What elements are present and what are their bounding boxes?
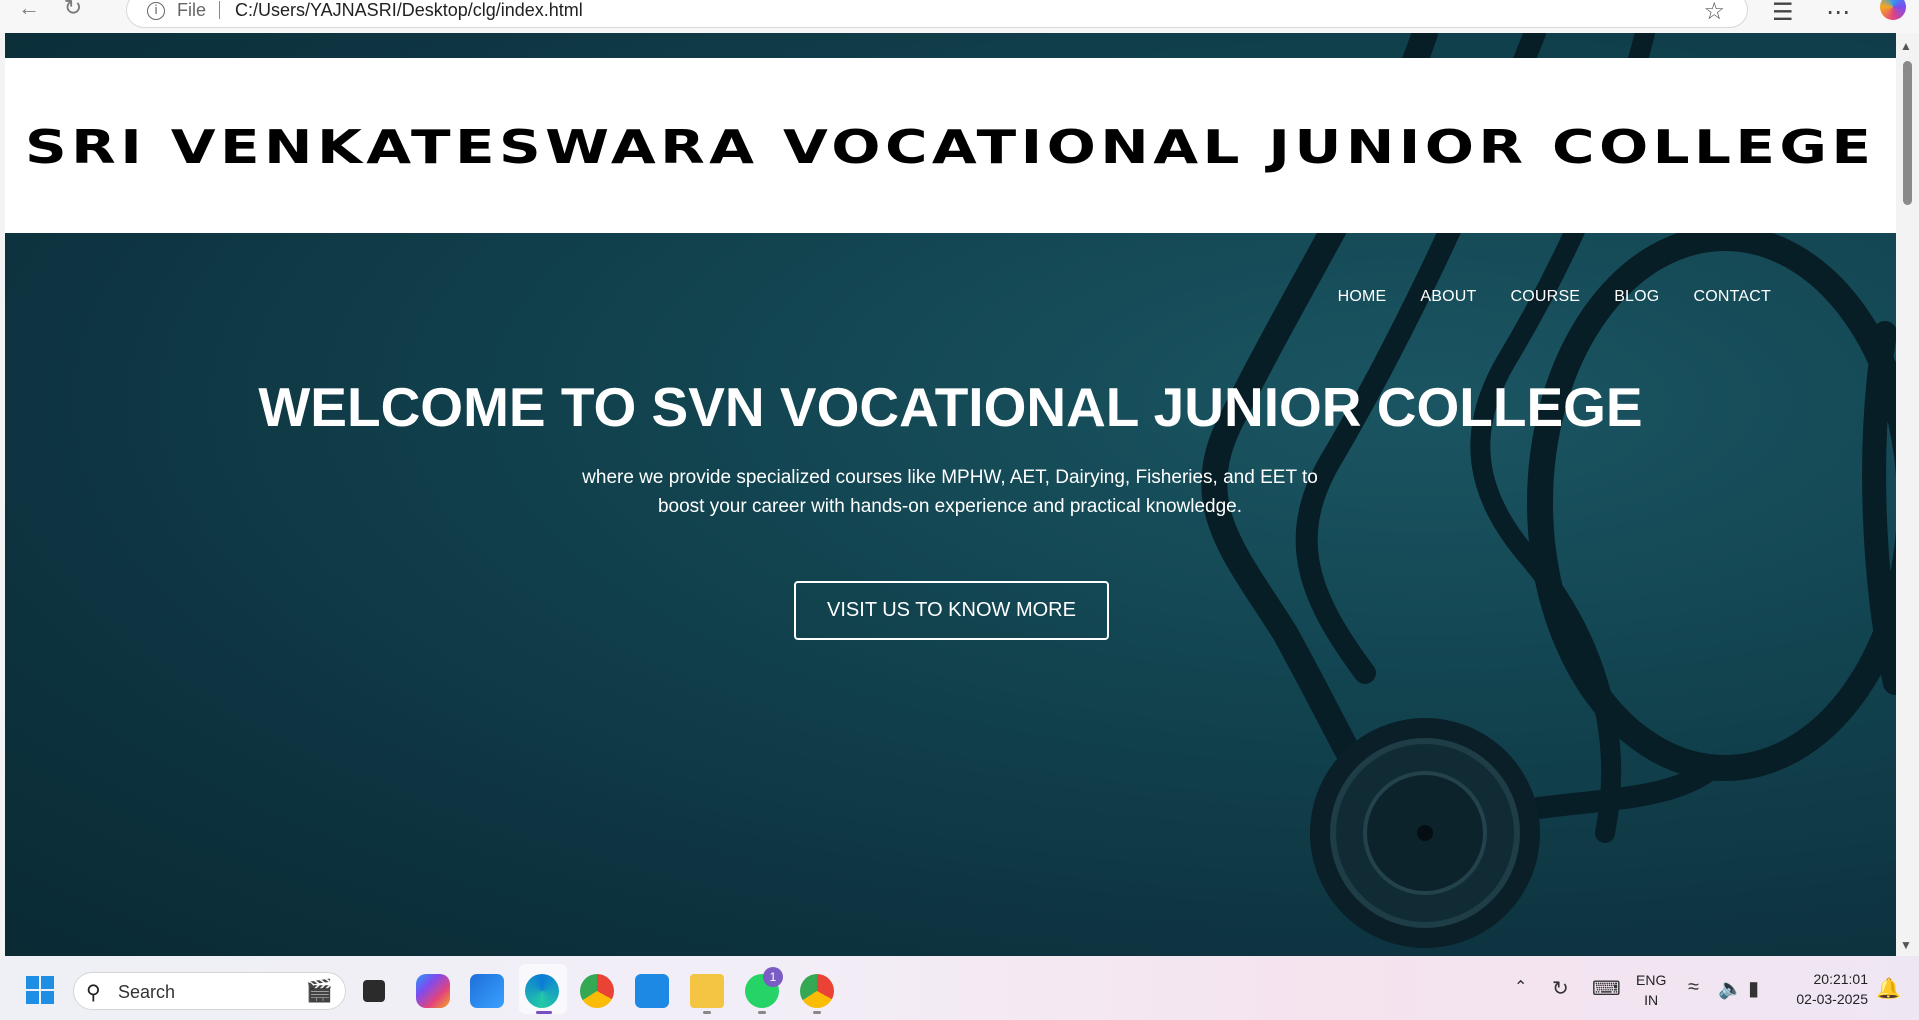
browser-toolbar: ← ↻ i File C:/Users/YAJNASRI/Desktop/clg… [0,0,1919,33]
page-viewport: SRI VENKATESWARA VOCATIONAL JUNIOR COLLE… [5,33,1896,956]
info-icon[interactable]: i [147,2,165,20]
star-icon[interactable]: ☆ [1703,0,1725,26]
back-arrow-icon[interactable]: ← [14,0,44,22]
notifications-icon[interactable]: 🔔 [1876,976,1901,1001]
clock-time: 20:21:01 [1813,971,1869,987]
hero-title: WELCOME TO SVN VOCATIONAL JUNIOR COLLEGE [258,376,1643,438]
lang-region: IN [1644,992,1659,1008]
clock-date: 02-03-2025 [1796,991,1868,1007]
search-icon: ⚲ [86,982,101,1004]
edge-running-indicator [536,1011,552,1014]
folder-running-indicator [703,1011,711,1014]
lang-code: ENG [1636,972,1667,988]
main-nav: HOME ABOUT COURSE BLOG CONTACT [1338,288,1771,306]
college-logo-text: SRI VENKATESWARA VOCATIONAL JUNIOR COLLE… [25,120,1876,174]
url-text[interactable]: C:/Users/YAJNASRI/Desktop/clg/index.html [235,0,583,21]
scroll-up-icon[interactable]: ▲ [1900,39,1912,53]
nav-blog[interactable]: BLOG [1614,288,1659,306]
taskbar: ⚲ Search 🎬 1 ⌃ ↻ ⌨ ENG IN ≈ 🔈 ▮ 20:21:01… [0,956,1919,1020]
volume-icon[interactable]: 🔈 [1718,976,1743,1001]
folder-icon[interactable] [690,974,724,1008]
copilot-icon[interactable] [1880,0,1906,20]
vertical-scrollbar[interactable]: ▲ ▼ [1896,33,1919,956]
more-icon[interactable]: ⋯ [1826,0,1850,27]
whatsapp-running-indicator [758,1011,766,1014]
favorites-icon[interactable]: ☰ [1772,0,1794,27]
search-highlight-icon: 🎬 [305,978,333,1003]
store-icon[interactable] [470,974,504,1008]
copilot-icon[interactable] [416,974,450,1008]
scroll-down-icon[interactable]: ▼ [1900,938,1912,952]
edge-icon[interactable] [525,974,559,1008]
chrome-icon[interactable] [580,974,614,1008]
vscode-icon[interactable] [635,974,669,1008]
taskbar-search[interactable]: ⚲ Search 🎬 [73,972,346,1010]
visit-us-button[interactable]: VISIT US TO KNOW MORE [794,581,1109,640]
language-indicator[interactable]: ENG IN [1636,970,1666,1010]
chrome-profile-icon[interactable] [800,974,834,1008]
nav-course[interactable]: COURSE [1511,288,1581,306]
scroll-thumb[interactable] [1903,61,1912,205]
windows-start-icon[interactable] [26,976,54,1004]
file-explorer-icon[interactable] [363,980,385,1002]
tray-chevron-icon[interactable]: ⌃ [1514,977,1527,997]
file-label: File [177,0,207,20]
search-placeholder: Search [118,982,176,1002]
clock[interactable]: 20:21:01 02-03-2025 [1786,969,1868,1009]
whatsapp-badge: 1 [763,967,783,987]
nav-about[interactable]: ABOUT [1420,288,1476,306]
refresh-icon[interactable]: ↻ [58,0,88,22]
nav-home[interactable]: HOME [1338,288,1387,306]
wifi-icon[interactable]: ≈ [1688,976,1699,999]
hero-subtitle: where we provide specialized courses lik… [582,467,1318,517]
sync-icon[interactable]: ↻ [1552,976,1569,1001]
college-logo-banner: SRI VENKATESWARA VOCATIONAL JUNIOR COLLE… [5,58,1896,233]
keyboard-icon[interactable]: ⌨ [1592,976,1621,1001]
battery-icon[interactable]: ▮ [1748,976,1759,1001]
address-bar[interactable]: i File C:/Users/YAJNASRI/Desktop/clg/ind… [126,0,1748,28]
nav-contact[interactable]: CONTACT [1693,288,1771,306]
address-separator [219,1,220,19]
chrome-running-indicator [813,1011,821,1014]
